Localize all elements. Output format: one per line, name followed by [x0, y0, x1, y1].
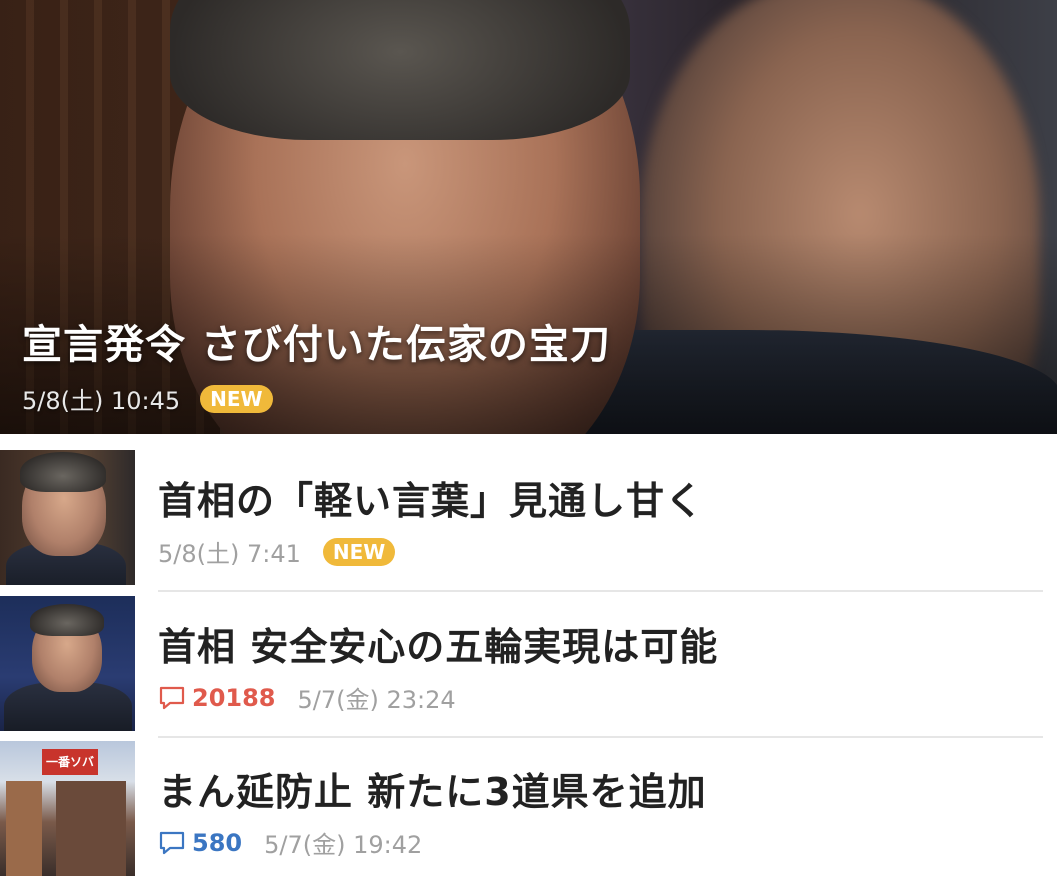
news-item-timestamp: 5/7(金) 23:24	[297, 686, 456, 714]
news-list-item[interactable]: 首相の「軽い言葉」見通し甘く 5/8(土) 7:41 NEW	[0, 450, 1057, 590]
speech-bubble-icon	[159, 831, 185, 854]
news-item-timestamp: 5/7(金) 19:42	[264, 831, 423, 859]
news-thumbnail: 一番ソバ	[0, 741, 135, 876]
thumb-hair	[20, 452, 106, 492]
news-item-title: まん延防止 新たに3道県を追加	[158, 770, 707, 814]
news-list-item[interactable]: 首相 安全安心の五輪実現は可能 20188 5/7(金) 23:24	[0, 596, 1057, 736]
thumb-hair	[30, 604, 104, 636]
news-item-timestamp: 5/8(土) 7:41	[158, 540, 301, 568]
news-thumbnail	[0, 596, 135, 731]
thumb-sign-text: 一番ソバ	[46, 755, 95, 769]
news-item-title: 首相 安全安心の五輪実現は可能	[158, 625, 719, 669]
hero-title: 宣言発令 さび付いた伝家の宝刀	[22, 322, 611, 368]
comment-count[interactable]: 20188	[158, 684, 276, 712]
hero-image-hair	[170, 0, 630, 140]
comment-count-value: 20188	[192, 683, 276, 712]
news-item-meta: 20188 5/7(金) 23:24	[158, 680, 456, 715]
comment-count[interactable]: 580	[158, 829, 242, 857]
new-badge: NEW	[200, 384, 273, 413]
hero-timestamp: 5/8(土) 10:45	[22, 387, 181, 415]
news-list-item[interactable]: 一番ソバ まん延防止 新たに3道県を追加 580 5/7(金) 19:42	[0, 741, 1057, 881]
list-divider	[158, 590, 1043, 592]
news-item-title: 首相の「軽い言葉」見通し甘く	[158, 479, 705, 523]
speech-bubble-icon	[159, 686, 185, 709]
new-badge: NEW	[322, 537, 396, 566]
list-divider	[158, 736, 1043, 738]
news-item-meta: 580 5/7(金) 19:42	[158, 825, 422, 860]
hero-article[interactable]: 宣言発令 さび付いた伝家の宝刀 5/8(土) 10:45 NEW	[0, 0, 1057, 434]
comment-count-value: 580	[192, 828, 243, 857]
news-item-meta: 5/8(土) 7:41 NEW	[158, 534, 396, 569]
hero-meta: 5/8(土) 10:45 NEW	[22, 381, 273, 416]
news-thumbnail	[0, 450, 135, 585]
